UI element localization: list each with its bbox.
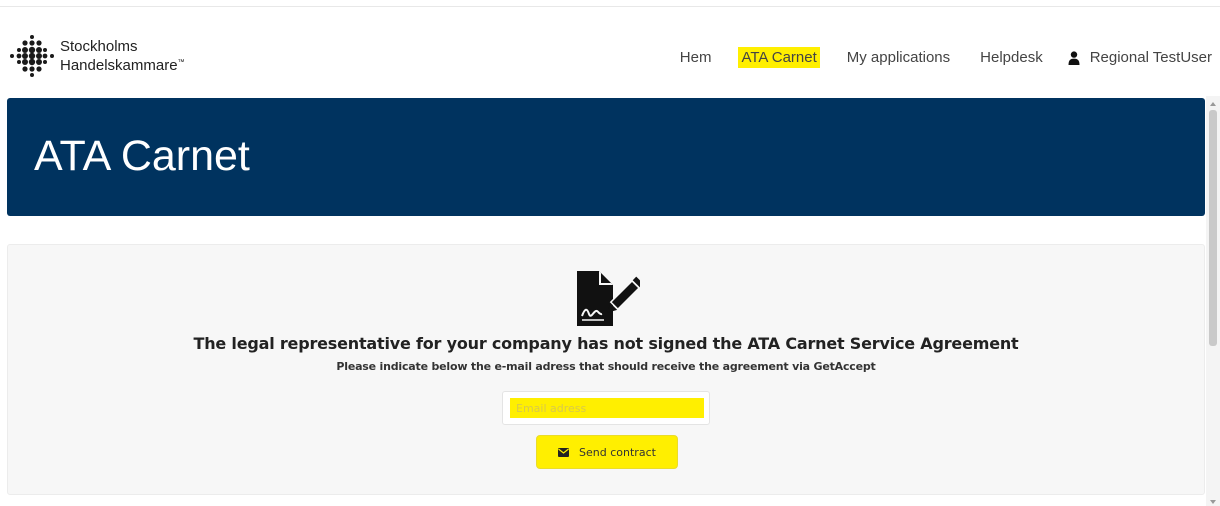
signed-document-icon	[577, 271, 640, 326]
logo-line1: Stockholms	[60, 37, 138, 55]
nav-hem[interactable]: Hem	[677, 47, 715, 68]
email-field-wrapper	[502, 391, 710, 425]
logo-line2: Handelskammare™	[60, 56, 185, 74]
logo[interactable]: Stockholms Handelskammare™	[8, 32, 185, 80]
nav-helpdesk[interactable]: Helpdesk	[977, 47, 1046, 68]
navbar: Stockholms Handelskammare™ Hem ATA Carne…	[0, 28, 1220, 88]
logo-text: Stockholms Handelskammare™	[60, 37, 185, 74]
top-strip	[0, 0, 1220, 7]
send-contract-label: Send contract	[579, 445, 656, 459]
nav-my-applications[interactable]: My applications	[844, 47, 953, 68]
agreement-headline: The legal representative for your compan…	[193, 334, 1019, 353]
trademark: ™	[177, 58, 185, 66]
nav-ata-carnet[interactable]: ATA Carnet	[738, 47, 820, 68]
user-icon	[1068, 50, 1080, 65]
email-input[interactable]	[510, 398, 704, 418]
scroll-thumb[interactable]	[1209, 110, 1217, 346]
send-contract-button[interactable]: Send contract	[536, 435, 678, 469]
envelope-icon	[558, 447, 570, 457]
page: Stockholms Handelskammare™ Hem ATA Carne…	[0, 0, 1220, 506]
scroll-up-arrow-icon[interactable]	[1210, 102, 1216, 106]
page-banner: ATA Carnet	[7, 98, 1205, 216]
user-name: Regional TestUser	[1089, 49, 1212, 66]
scrollbar[interactable]	[1206, 96, 1220, 506]
scroll-down-arrow-icon[interactable]	[1210, 500, 1216, 504]
page-title: ATA Carnet	[34, 132, 250, 180]
logo-icon	[10, 35, 54, 77]
user-menu[interactable]: Regional TestUser	[1068, 49, 1212, 66]
agreement-subline: Please indicate below the e-mail adress …	[336, 360, 876, 373]
main-nav: Hem ATA Carnet My applications Helpdesk …	[653, 47, 1212, 68]
agreement-panel: The legal representative for your compan…	[7, 244, 1205, 495]
